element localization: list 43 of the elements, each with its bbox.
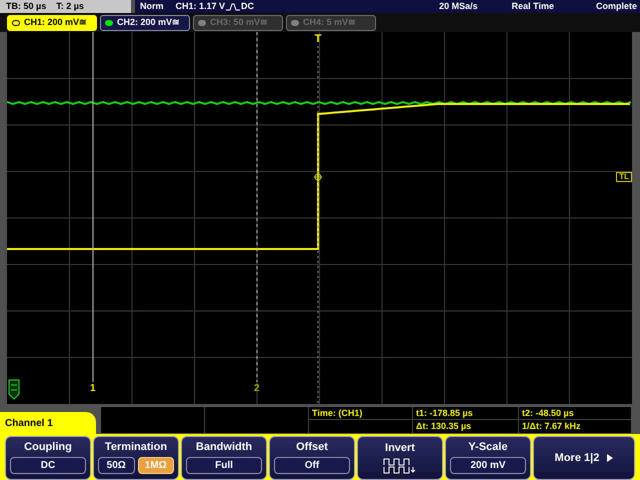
softkey[interactable]: Coupling DC	[5, 436, 91, 480]
softkey-label: Coupling	[23, 442, 73, 453]
frequency-value: 1/Δt: 7.67 kHz	[521, 420, 582, 433]
acquisition-mode-text: Real Time	[512, 0, 554, 13]
softkey-value: Off	[274, 457, 350, 474]
measurement-title: Time: (CH1)	[309, 407, 413, 420]
trigger-point-icon	[314, 172, 322, 182]
softkey[interactable]: Y-Scale 200 mV	[445, 436, 531, 480]
trigger-source-text: CH1: 1.17 V	[176, 0, 226, 13]
ground-marker-icon	[8, 380, 20, 400]
cursor-t1-value: t1: -178.85 µs	[413, 407, 519, 420]
trigger-coupling-text: DC	[241, 0, 254, 13]
softkey[interactable]: Bandwidth Full	[181, 436, 267, 480]
delta-time-value: Δt: 130.35 µs	[413, 420, 519, 433]
softkey-label: Y-Scale	[467, 442, 509, 453]
trigger-position-text: T: 2 µs	[56, 0, 84, 13]
softkey-label: Invert	[384, 442, 416, 454]
softkey-label: Offset	[295, 442, 329, 453]
softkey[interactable]: Termination 50Ω 1MΩ	[93, 436, 179, 480]
softkey[interactable]: Invert	[357, 436, 443, 480]
cursor-label: 2	[254, 384, 260, 394]
acquisition-state-text: Complete	[596, 0, 637, 13]
softkey-label: Bandwidth	[194, 442, 254, 453]
more-softkey[interactable]: More 1|2	[533, 436, 635, 480]
softkey[interactable]: Offset Off	[269, 436, 355, 480]
cursor-t2-value: t2: -48.50 µs	[519, 407, 631, 420]
softkey-value: Full	[186, 457, 262, 474]
right-arrow-icon	[607, 454, 614, 462]
rising-falling-edge-icon	[226, 2, 240, 10]
cursor-label: 1	[90, 384, 96, 394]
timebase-text: TB: 50 µs	[6, 0, 46, 13]
channel-tab[interactable]: CH2: 200 mV≊	[100, 14, 190, 30]
toggle-option[interactable]: 50Ω	[98, 457, 134, 474]
sample-rate-text: 20 MSa/s	[439, 0, 478, 13]
cursor-line[interactable]	[256, 32, 258, 382]
channel-tab[interactable]: CH1: 200 mV≊	[7, 14, 97, 30]
trigger-level-marker[interactable]: TL	[616, 172, 632, 182]
softkey-value: DC	[10, 457, 86, 474]
trigger-mode-text: Norm	[140, 0, 164, 13]
trigger-position-marker[interactable]: T	[312, 34, 324, 45]
softkey-label: Termination	[104, 442, 168, 453]
inverted-square-wave-icon	[382, 458, 418, 474]
softkey-value: 200 mV	[450, 457, 526, 474]
